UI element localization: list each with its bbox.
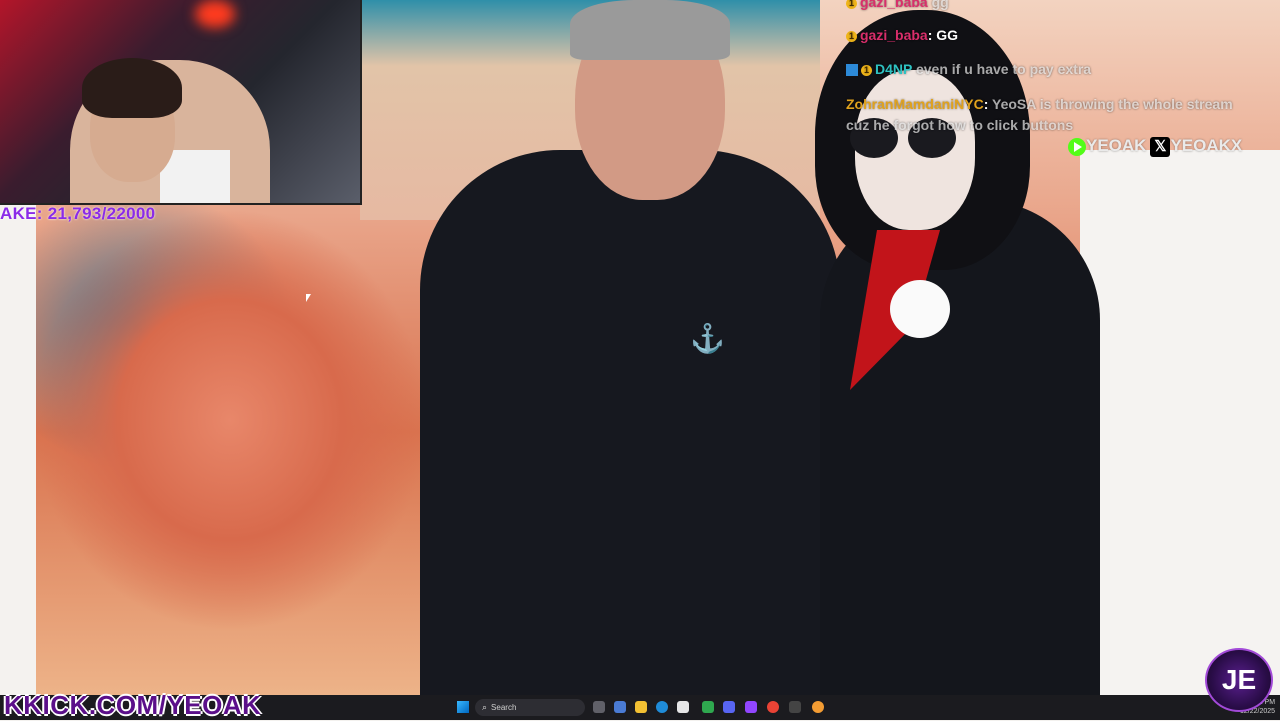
kick-url-prefix: K xyxy=(4,690,24,720)
x-logo-icon: 𝕏 xyxy=(1150,136,1171,157)
twitch-icon[interactable] xyxy=(745,701,757,713)
chat-text: YeoSA is throwing the whole stream xyxy=(992,96,1233,112)
chat-message: 1 D4NP even if u have to pay extra xyxy=(846,61,1091,77)
x-handle: YEOAKX xyxy=(1170,136,1243,155)
chat-text: even if u have to pay extra xyxy=(915,61,1092,77)
xbox-icon[interactable] xyxy=(702,701,714,713)
edge-browser-icon[interactable] xyxy=(656,701,668,713)
search-placeholder: Search xyxy=(491,703,517,712)
sub-badge-icon: 1 xyxy=(846,0,857,9)
copilot-icon[interactable] xyxy=(614,701,626,713)
discord-icon[interactable] xyxy=(723,701,735,713)
photo-person-left-body xyxy=(420,150,840,695)
photo-right-wall xyxy=(1080,150,1280,695)
webcam-overlay xyxy=(0,0,362,205)
kick-channel-url: KKICK.COM/YEOAK xyxy=(4,690,261,721)
file-explorer-icon[interactable] xyxy=(635,701,647,713)
streamer-hair xyxy=(82,58,182,118)
sub-badge-icon: 1 xyxy=(861,64,872,76)
mouse-cursor-icon xyxy=(306,294,311,302)
kick-url-text: KICK.COM/YEOAK xyxy=(23,690,262,720)
kick-handle: YEOAK xyxy=(1086,136,1147,155)
search-icon: ⌕ xyxy=(482,702,488,712)
photo-person-left-hair xyxy=(570,0,730,60)
kick-logo-icon xyxy=(1068,137,1086,156)
chat-text: cuz he forgot how to click buttons xyxy=(846,117,1074,133)
chrome-canary-icon[interactable] xyxy=(812,701,824,713)
subscriber-goal-counter: AKE: 21,793/22000 xyxy=(0,204,156,223)
chat-message-continued: cuz he forgot how to click buttons xyxy=(846,117,1073,133)
channel-logo: JE xyxy=(1205,648,1273,712)
chrome-icon[interactable] xyxy=(767,701,779,713)
anchor-brooch-icon: ⚓ xyxy=(690,323,725,354)
chat-text: GG xyxy=(936,27,959,43)
photo-person-right-body xyxy=(820,200,1100,695)
chat-username: D4NP xyxy=(875,61,913,77)
chat-username: gazi_baba xyxy=(860,27,928,43)
chat-username: gazi_baba xyxy=(860,0,928,10)
social-handles: YEOAK 𝕏 YEOAKX xyxy=(1068,136,1242,157)
chat-message: 1 gazi_baba: GG xyxy=(846,27,958,43)
chat-text: gg xyxy=(931,0,949,10)
white-flower-icon xyxy=(890,280,950,338)
chat-message: ZohranMamdaniNYC: YeoSA is throwing the … xyxy=(846,96,1233,112)
verified-badge-icon xyxy=(846,64,858,77)
taskbar-search-box[interactable]: ⌕ Search xyxy=(475,699,585,716)
chat-username: ZohranMamdaniNYC xyxy=(846,96,984,112)
windows-start-icon[interactable] xyxy=(457,701,469,713)
task-view-icon[interactable] xyxy=(593,701,605,713)
sub-badge-icon: 1 xyxy=(846,30,857,42)
webcam-lamp xyxy=(195,0,235,28)
chat-message: 1 gazi_baba gg xyxy=(846,0,949,10)
store-icon[interactable] xyxy=(677,701,689,713)
obs-icon[interactable] xyxy=(789,701,801,713)
